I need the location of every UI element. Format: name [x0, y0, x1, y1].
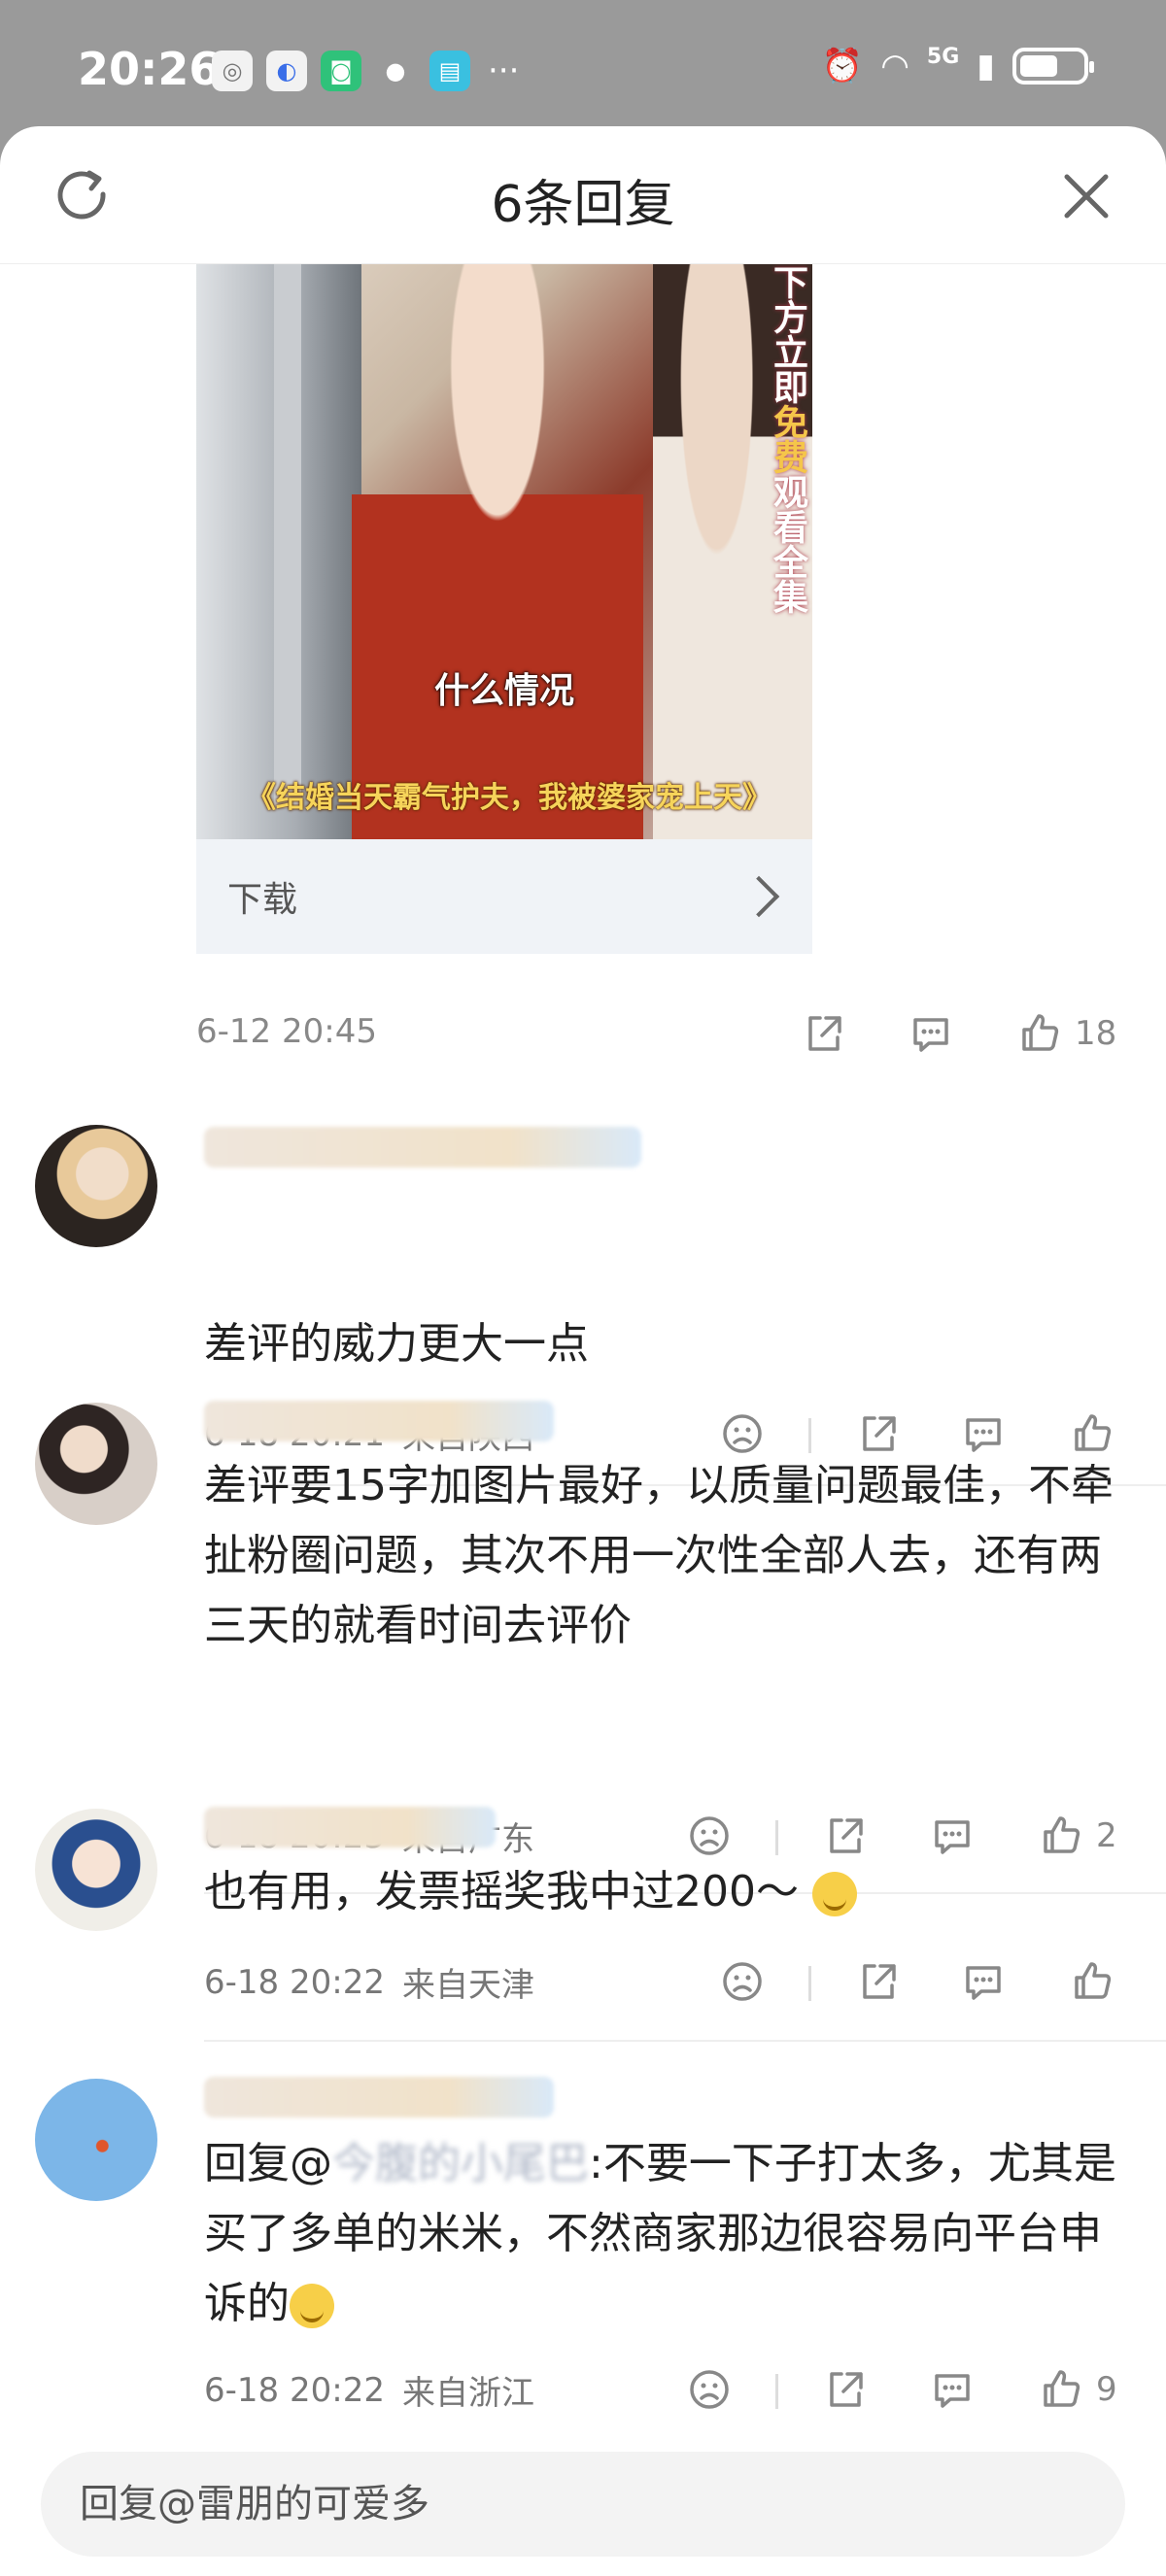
- ad-like-button[interactable]: 18: [1016, 1010, 1116, 1057]
- action-divider: [775, 2374, 778, 2409]
- status-bar: 20:26 ◎ ◐ ◙ ● ▤ ··· ⏰ ◠ 5G ▮: [0, 0, 1166, 131]
- username-blurred[interactable]: [204, 1127, 641, 1168]
- share-icon[interactable]: [822, 1813, 869, 1859]
- thinking-emoji-icon: [290, 2284, 334, 2328]
- comment-text-1: 差评的威力更大一点: [204, 1319, 589, 1369]
- avatar[interactable]: [35, 1403, 157, 1525]
- avatar[interactable]: [35, 1809, 157, 1931]
- browser-app-icon: ◐: [266, 51, 307, 91]
- alarm-icon: ⏰: [821, 47, 864, 85]
- thumbs-up-icon: [1044, 1816, 1080, 1853]
- username-blurred[interactable]: [204, 2077, 554, 2118]
- wifi-icon: ◠: [880, 47, 909, 85]
- comment-like-button[interactable]: 9: [1038, 2366, 1117, 2413]
- reply-input[interactable]: [80, 2482, 1125, 2526]
- like-count: 18: [1075, 1014, 1117, 1053]
- thumbs-up-icon: [1022, 1014, 1059, 1051]
- chevron-right-icon: [737, 875, 780, 918]
- more-notifications-icon: ···: [488, 51, 520, 90]
- comment-meta: 6-18 20:22 来自浙江: [204, 2366, 534, 2414]
- comment-location: 来自浙江: [401, 2374, 534, 2413]
- comment-separator: [204, 2040, 1166, 2042]
- comment-icon[interactable]: [960, 1958, 1007, 2005]
- comment-location: 来自天津: [401, 1966, 534, 2005]
- comment-icon[interactable]: [960, 1410, 1007, 1457]
- ad-caption: 《结婚当天霸气护夫，我被婆家宠上天》: [247, 781, 772, 815]
- smile-emoji-icon: [811, 1872, 857, 1916]
- mobile-app-icon: ◎: [212, 51, 253, 91]
- action-divider: [808, 1418, 811, 1453]
- close-icon[interactable]: [1055, 165, 1117, 227]
- ad-side-text: 下方立即免费观看全集: [768, 264, 807, 614]
- action-divider: [775, 1820, 778, 1855]
- signal-bars-icon: ▮: [977, 47, 995, 85]
- username-blurred[interactable]: [204, 1807, 496, 1847]
- comment-meta: 6-18 20:22 来自天津: [204, 1958, 534, 2006]
- shield-app-icon: ◙: [321, 51, 361, 91]
- notification-icons: ◎ ◐ ◙ ● ▤ ···: [212, 51, 519, 91]
- comment-time: 6-18 20:22: [204, 2370, 385, 2410]
- share-icon[interactable]: [855, 1958, 902, 2005]
- comment-text-3: 也有用，发票摇奖我中过200～: [204, 1857, 1131, 1927]
- replies-sheet: 6条回复 下方立即免费观看全集 什么情况 《结婚当天霸气护夫，我被婆家宠上天》 …: [0, 126, 1166, 2576]
- like-count: 2: [1096, 1816, 1117, 1855]
- ad-video-thumbnail[interactable]: 下方立即免费观看全集 什么情况 《结婚当天霸气护夫，我被婆家宠上天》: [196, 264, 812, 839]
- comment-text-2: 差评要15字加图片最好，以质量问题最佳，不牵扯粉圈问题，其次不用一次性全部人去，…: [204, 1461, 1114, 1650]
- book-app-icon: ▤: [429, 51, 470, 91]
- reply-input-bar[interactable]: [41, 2452, 1125, 2557]
- share-icon[interactable]: [822, 2366, 869, 2413]
- download-label: 下载: [227, 880, 298, 920]
- signal-icon: 5G: [926, 44, 960, 69]
- ad-meta: 6-12 20:45: [196, 1012, 377, 1051]
- window-frame-graphic: [274, 264, 301, 808]
- action-divider: [808, 1966, 811, 2001]
- comment-text-4: 回复@今腹的小尾巴:不要一下子打太多，尤其是买了多单的米米，不然商家那边很容易向…: [204, 2139, 1116, 2328]
- thumbs-up-icon[interactable]: [1069, 1410, 1115, 1457]
- username-blurred[interactable]: [204, 1401, 554, 1441]
- status-time: 20:26: [78, 43, 221, 95]
- comment-icon[interactable]: [929, 2366, 976, 2413]
- dislike-icon[interactable]: [719, 1410, 766, 1457]
- bride-graphic: [352, 264, 643, 839]
- ad-subtitle: 什么情况: [433, 671, 574, 711]
- system-indicators: ⏰ ◠ 5G ▮: [821, 44, 1094, 85]
- share-icon[interactable]: [855, 1410, 902, 1457]
- ad-time: 6-12 20:45: [196, 1012, 377, 1051]
- comment-like-button[interactable]: 2: [1038, 1813, 1117, 1859]
- avatar[interactable]: [35, 2079, 157, 2201]
- sheet-title: 6条回复: [491, 176, 675, 234]
- dislike-icon[interactable]: [686, 1813, 733, 1859]
- sheet-header: 6条回复: [0, 126, 1166, 264]
- avatar[interactable]: [35, 1125, 157, 1247]
- thumbs-up-icon[interactable]: [1069, 1958, 1115, 2005]
- dislike-icon[interactable]: [686, 2366, 733, 2413]
- battery-icon: [1012, 48, 1094, 85]
- comment-icon[interactable]: [908, 1010, 954, 1057]
- like-count: 9: [1096, 2370, 1117, 2409]
- download-button[interactable]: 下载: [196, 839, 812, 954]
- comment-time: 6-18 20:22: [204, 1962, 385, 2002]
- wechat-icon: ●: [385, 57, 406, 85]
- share-icon[interactable]: [801, 1010, 847, 1057]
- dislike-icon[interactable]: [719, 1958, 766, 2005]
- thumbs-up-icon: [1044, 2370, 1080, 2407]
- comment-icon[interactable]: [929, 1813, 976, 1859]
